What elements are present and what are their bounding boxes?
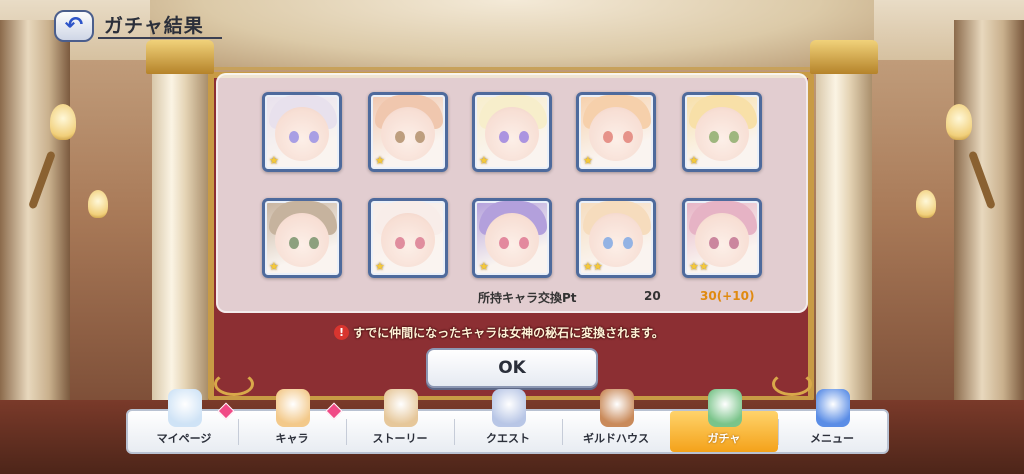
rarity-star-icon: ★★ — [689, 260, 709, 273]
nav-item-1[interactable]: マイページ — [130, 389, 238, 452]
gold-ornament-icon — [772, 372, 812, 396]
notice-text: すでに仲間になったキャラは女神の秘石に変換されます。 — [353, 325, 664, 340]
exchange-pt-new: 30(+10) — [700, 289, 755, 303]
character-icon — [276, 389, 310, 427]
ok-button-label: OK — [498, 358, 526, 378]
character-card-3[interactable]: ★ — [472, 92, 552, 172]
rarity-star-icon: ★ — [375, 260, 385, 273]
left-lamp-icon — [50, 104, 76, 140]
scroll-icon — [384, 389, 418, 427]
back-button[interactable]: ↶ — [54, 10, 94, 42]
gacha-icon — [708, 389, 742, 427]
chair-icon — [600, 389, 634, 427]
nav-item-label: ガチャ — [707, 432, 741, 445]
nav-item-6[interactable]: ガチャ — [670, 389, 778, 452]
nav-item-label: マイページ — [156, 432, 212, 445]
nav-item-7[interactable]: メニュー — [778, 389, 886, 452]
gold-ornament-icon — [214, 372, 254, 396]
right-pillar — [808, 40, 880, 440]
nav-item-label: クエスト — [486, 432, 530, 445]
warning-icon: ! — [334, 324, 349, 340]
rarity-star-icon: ★ — [375, 154, 385, 167]
nav-item-label: ストーリー — [372, 432, 428, 445]
character-card-7[interactable]: ★ — [368, 198, 448, 278]
header: ↶ ガチャ結果 — [0, 0, 240, 44]
rarity-star-icon: ★★ — [583, 260, 603, 273]
nav-item-label: キャラ — [275, 432, 309, 445]
pillar-capital — [810, 40, 878, 74]
rarity-star-icon: ★ — [269, 260, 279, 273]
exchange-pt-current: 20 — [644, 289, 661, 303]
character-card-9[interactable]: ★★ — [576, 198, 656, 278]
pillar-capital — [146, 40, 214, 74]
character-card-2[interactable]: ★ — [368, 92, 448, 172]
bottom-nav: マイページ キャラ ストーリー クエスト ギルドハウス ガチャ メニュー — [126, 389, 889, 454]
character-card-5[interactable]: ★ — [682, 92, 762, 172]
character-card-8[interactable]: ★ — [472, 198, 552, 278]
nav-item-4[interactable]: クエスト — [454, 389, 562, 452]
castle-icon — [168, 389, 202, 427]
character-card-4[interactable]: ★ — [576, 92, 656, 172]
back-arrow-icon: ↶ — [64, 13, 84, 38]
left-lamp-small-icon — [88, 190, 108, 218]
title-underline — [98, 37, 222, 39]
nav-item-5[interactable]: ギルドハウス — [562, 389, 670, 452]
rarity-star-icon: ★ — [479, 154, 489, 167]
rarity-star-icon: ★ — [479, 260, 489, 273]
crystal-icon — [816, 389, 850, 427]
right-lamp-small-icon — [916, 190, 936, 218]
nav-item-3[interactable]: ストーリー — [346, 389, 454, 452]
nav-item-label: ギルドハウス — [583, 432, 649, 445]
character-card-6[interactable]: ★ — [262, 198, 342, 278]
nav-item-2[interactable]: キャラ — [238, 389, 346, 452]
conversion-notice: ! すでに仲間になったキャラは女神の秘石に変換されます。 — [334, 322, 704, 342]
sword-flag-icon — [492, 389, 526, 427]
character-card-1[interactable]: ★ — [262, 92, 342, 172]
page-title: ガチャ結果 — [104, 15, 204, 37]
exchange-pt-label: 所持キャラ交換Pt — [478, 291, 577, 305]
rarity-star-icon: ★ — [689, 154, 699, 167]
rarity-star-icon: ★ — [583, 154, 593, 167]
ornate-arch — [150, 0, 874, 70]
left-pillar — [144, 40, 216, 440]
character-card-10[interactable]: ★★ — [682, 198, 762, 278]
right-lamp-icon — [946, 104, 972, 140]
nav-item-label: メニュー — [810, 432, 854, 445]
ok-button[interactable]: OK — [426, 348, 598, 388]
rarity-star-icon: ★ — [269, 154, 279, 167]
